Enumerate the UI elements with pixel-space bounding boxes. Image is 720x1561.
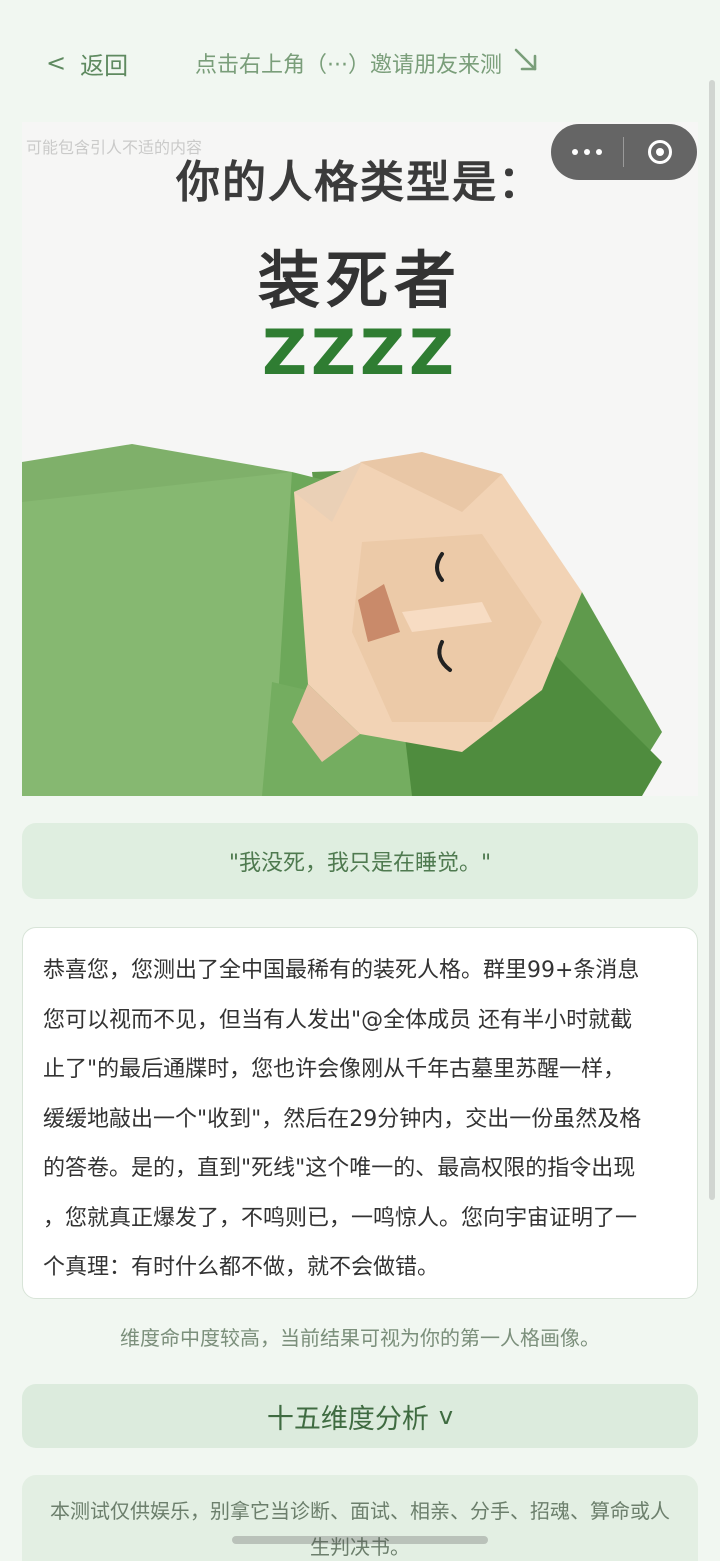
invite-text: 点击右上角（···）邀请朋友来测 <box>195 53 502 78</box>
result-image: 可能包含引人不适的内容 你的人格类型是： 装死者 ZZZZ <box>22 122 698 796</box>
fifteen-dimension-analysis-button[interactable]: 十五维度分析 v <box>22 1384 698 1448</box>
target-close-icon[interactable] <box>624 124 696 180</box>
back-chevron-icon: < <box>46 49 67 77</box>
more-dots-icon[interactable] <box>551 124 623 180</box>
description-line: 恭喜您，您测出了全中国最稀有的装死人格。群里99+条消息 <box>43 958 640 983</box>
description-line: 缓缓地敲出一个"收到"，然后在29分钟内，交出一份虽然及格 <box>43 1106 642 1132</box>
match-note: 维度命中度较高，当前结果可视为你的第一人格画像。 <box>120 1326 600 1350</box>
description-line: 您可以视而不见，但当有人发出"@全体成员 还有半小时就截 <box>43 1007 633 1033</box>
sleeping-figure-illustration <box>22 122 698 796</box>
top-bar: < 返回 点击右上角（···）邀请朋友来测 <box>0 0 720 122</box>
scrollbar[interactable] <box>709 80 715 1200</box>
quote-card: "我没死，我只是在睡觉。" <box>22 823 698 899</box>
disclaimer-card: 本测试仅供娱乐，别拿它当诊断、面试、相亲、分手、招魂、算命或人生判决书。 <box>22 1475 698 1561</box>
home-indicator[interactable] <box>232 1536 488 1544</box>
description-line: 的答卷。是的，直到"死线"这个唯一的、最高权限的指令出现 <box>43 1156 636 1181</box>
back-button[interactable]: < 返回 <box>46 44 128 82</box>
personality-type-name: 装死者 <box>257 244 462 317</box>
zzz-text: ZZZZ <box>262 316 458 389</box>
description-card: 恭喜您，您测出了全中国最稀有的装死人格。群里99+条消息 您可以视而不见，但当有… <box>22 927 698 1299</box>
page: < 返回 点击右上角（···）邀请朋友来测 可能包含引人不适的内容 你的人格类型… <box>0 0 720 1561</box>
chevron-down-icon: v <box>438 1402 454 1430</box>
arrow-down-right-icon <box>512 46 540 80</box>
description-line: 个真理：有时什么都不做，就不会做错。 <box>43 1255 440 1280</box>
description-line: ，您就真正爆发了，不鸣则已，一鸣惊人。您向宇宙证明了一 <box>43 1205 638 1231</box>
analysis-label: 十五维度分析 <box>266 1403 429 1435</box>
invite-hint: 点击右上角（···）邀请朋友来测 <box>195 44 540 82</box>
back-label: 返回 <box>80 51 129 80</box>
description-line: 止了"的最后通牒时，您也许会像刚从千年古墓里苏醒一样， <box>43 1057 626 1082</box>
miniprogram-capsule <box>551 124 697 180</box>
